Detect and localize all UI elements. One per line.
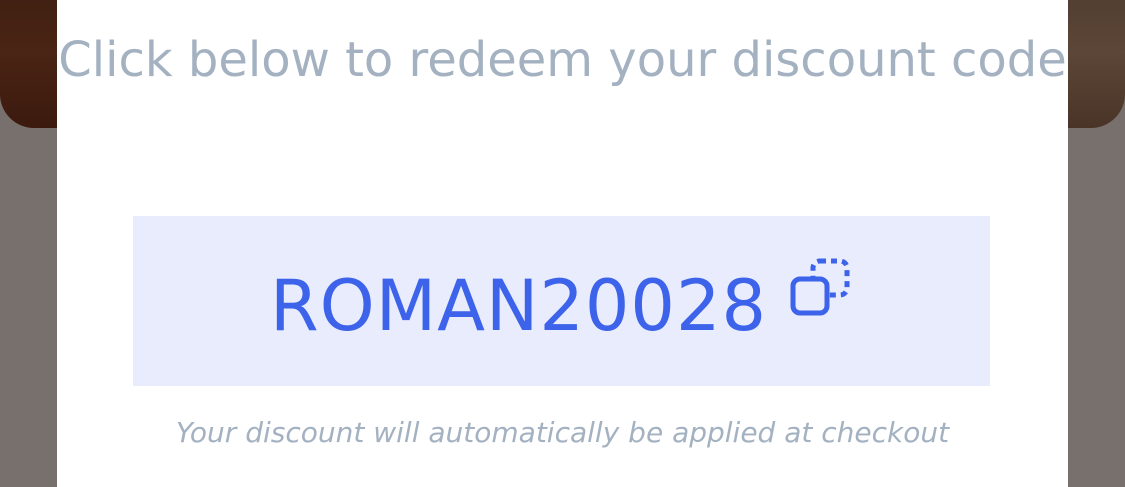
redeem-instructions: Click below to redeem your discount code xyxy=(58,32,1067,88)
discount-code-row: ROMAN20028 xyxy=(133,216,990,386)
copy-icon-graphic xyxy=(790,258,850,316)
copy-icon[interactable] xyxy=(787,253,853,319)
discount-modal: Click below to redeem your discount code… xyxy=(57,0,1068,487)
auto-apply-note: Your discount will automatically be appl… xyxy=(175,416,950,449)
discount-code[interactable]: ROMAN20028 xyxy=(270,265,767,347)
discount-code-box[interactable]: ROMAN20028 xyxy=(133,216,990,386)
